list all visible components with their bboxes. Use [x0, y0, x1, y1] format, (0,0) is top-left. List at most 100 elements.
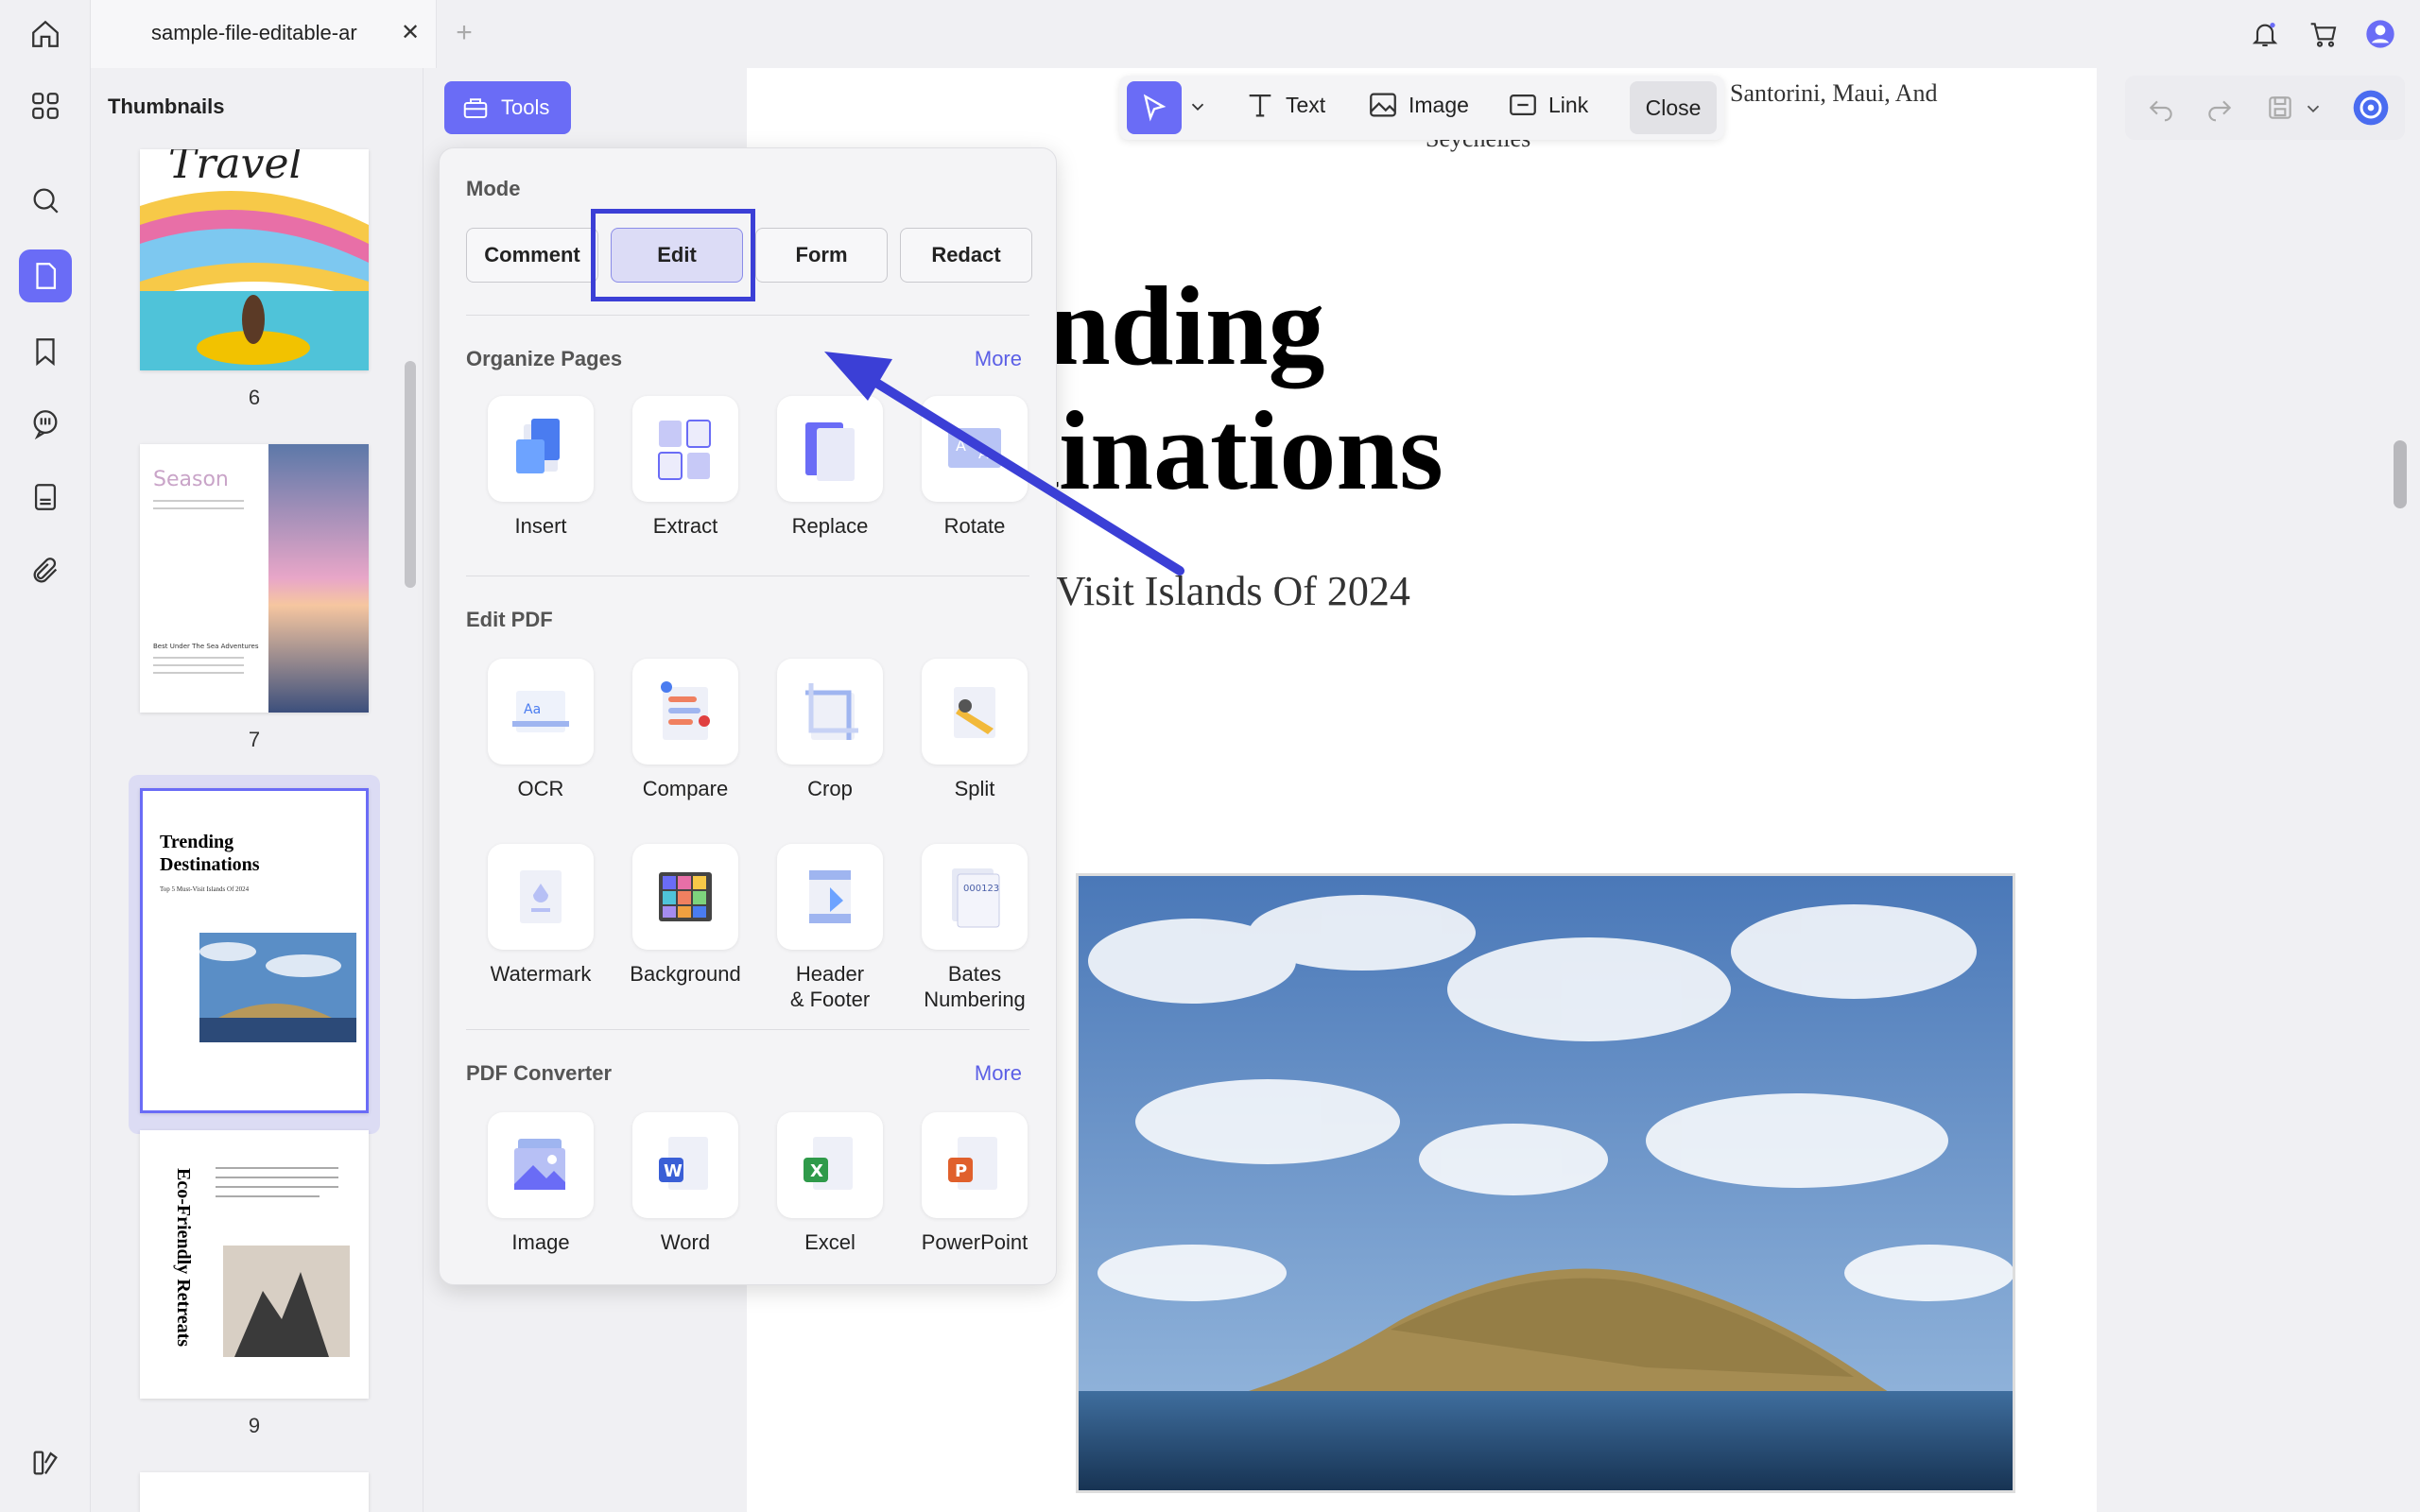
link-tool-button[interactable]: Link: [1507, 89, 1588, 121]
document-scrollbar[interactable]: [2394, 440, 2407, 508]
thumbnails-icon[interactable]: [19, 249, 72, 302]
thumb-7-heading: Season: [153, 468, 229, 491]
convert-excel-label: Excel: [804, 1230, 856, 1254]
add-tab-icon[interactable]: +: [448, 17, 480, 49]
excel-icon: X: [804, 1137, 853, 1190]
mode-comment-button[interactable]: Comment: [466, 228, 598, 283]
split-tool-label: Split: [954, 777, 995, 800]
extract-tool[interactable]: Extract: [614, 396, 756, 539]
chevron-down-icon[interactable]: [1187, 96, 1208, 117]
watermark-icon: [520, 870, 562, 923]
background-tool[interactable]: Background: [614, 844, 756, 987]
search-icon[interactable]: [19, 174, 72, 227]
apps-grid-icon[interactable]: [19, 79, 72, 132]
split-icon: [954, 687, 995, 738]
header-footer-tool[interactable]: Header & Footer: [759, 844, 901, 1012]
bates-numbering-tool-label: Bates Numbering: [924, 962, 1026, 1011]
svg-text:A: A: [956, 437, 966, 455]
compare-icon: [661, 681, 710, 740]
attachment-icon[interactable]: [19, 544, 72, 597]
rotate-icon: AA: [948, 428, 1001, 468]
svg-text:000123: 000123: [963, 884, 999, 894]
svg-text:A: A: [978, 444, 989, 462]
home-icon[interactable]: [19, 8, 72, 60]
split-tool[interactable]: Split: [904, 659, 1046, 801]
history-toolbar: [2125, 76, 2405, 140]
background-icon: [659, 872, 712, 921]
replace-tool[interactable]: Replace: [759, 396, 901, 539]
thumbnail-page-8[interactable]: Trending Destinations Top 5 Must-Visit I…: [140, 788, 369, 1113]
doc-heading-line1: nding: [1047, 263, 1325, 388]
word-icon: W: [659, 1137, 708, 1190]
stamp-icon[interactable]: [19, 471, 72, 524]
tools-panel: Mode Comment Edit Form Redact Organize P…: [439, 147, 1057, 1285]
select-cursor-icon[interactable]: [1127, 81, 1182, 134]
document-tab[interactable]: sample-file-editable-ar ✕: [91, 0, 437, 68]
thumbnail-page-number: 6: [248, 386, 261, 409]
bookmark-icon[interactable]: [19, 325, 72, 378]
insert-icon: [516, 419, 560, 473]
user-avatar-icon[interactable]: [2361, 15, 2399, 53]
insert-tool[interactable]: Insert: [470, 396, 612, 539]
converter-more-link[interactable]: More: [975, 1061, 1022, 1086]
ocr-tool[interactable]: Aa OCR: [470, 659, 612, 801]
cart-icon[interactable]: [2305, 15, 2342, 53]
rotate-tool-label: Rotate: [943, 514, 1006, 538]
image-convert-icon: [514, 1139, 565, 1190]
thumb-7-caption: Best Under The Sea Adventures: [153, 643, 259, 650]
organize-more-link[interactable]: More: [975, 347, 1022, 371]
settings-panel-icon[interactable]: [19, 1436, 72, 1489]
svg-text:Aa: Aa: [524, 702, 541, 717]
ai-assistant-icon[interactable]: [2352, 89, 2390, 127]
notification-bell-icon[interactable]: [2246, 15, 2284, 53]
converter-section-title: PDF Converter: [466, 1061, 613, 1085]
link-icon: [1510, 94, 1536, 116]
close-edit-button[interactable]: Close: [1630, 81, 1717, 134]
convert-word-label: Word: [660, 1230, 711, 1254]
comment-icon[interactable]: [19, 397, 72, 450]
toolbox-icon: [463, 98, 488, 118]
header-footer-tool-label: Header & Footer: [789, 962, 871, 1011]
mode-redact-button[interactable]: Redact: [900, 228, 1032, 283]
divider: [466, 315, 1029, 316]
bates-numbering-tool[interactable]: 000123 Bates Numbering: [904, 844, 1046, 1012]
thumbnail-page-7[interactable]: Season Best Under The Sea Adventures: [140, 444, 369, 713]
thumb-9-heading: Eco-Friendly Retreats: [173, 1168, 194, 1347]
close-tab-icon[interactable]: ✕: [397, 19, 424, 45]
svg-text:W: W: [664, 1161, 683, 1181]
image-tool-label: Image: [1409, 92, 1469, 117]
convert-powerpoint-tool[interactable]: P PowerPoint: [904, 1112, 1046, 1255]
thumbnail-page-6[interactable]: Travel: [140, 149, 369, 370]
image-tool-button[interactable]: Image: [1367, 89, 1469, 121]
thumbnail-page-10[interactable]: [140, 1472, 369, 1512]
undo-icon[interactable]: [2146, 93, 2176, 123]
organize-section-title: Organize Pages: [466, 347, 623, 370]
image-icon: [1370, 93, 1396, 117]
tab-title: sample-file-editable-ar: [151, 21, 357, 44]
mode-form-button[interactable]: Form: [755, 228, 888, 283]
island-photo[interactable]: [1076, 873, 2015, 1493]
watermark-tool[interactable]: Watermark: [470, 844, 612, 987]
convert-word-tool[interactable]: W Word: [614, 1112, 756, 1255]
redo-icon[interactable]: [2204, 93, 2235, 123]
convert-powerpoint-label: PowerPoint: [921, 1230, 1028, 1254]
crop-tool[interactable]: Crop: [759, 659, 901, 801]
compare-tool[interactable]: Compare: [614, 659, 756, 801]
thumbnail-page-9[interactable]: Eco-Friendly Retreats: [140, 1130, 369, 1399]
divider: [466, 1029, 1029, 1030]
text-tool-button[interactable]: Text: [1244, 89, 1325, 121]
tools-button[interactable]: Tools: [444, 81, 571, 134]
save-icon[interactable]: [2265, 93, 2295, 123]
edit-pdf-section-title: Edit PDF: [466, 608, 553, 631]
doc-top-line: Santorini, Maui, And: [1730, 79, 1938, 107]
convert-image-tool[interactable]: Image: [470, 1112, 612, 1255]
thumbnails-scrollbar[interactable]: [405, 361, 416, 588]
mode-section-title: Mode: [466, 177, 521, 200]
bates-numbering-icon: 000123: [952, 868, 1000, 928]
edit-highlight-box: [591, 209, 755, 301]
rotate-tool[interactable]: AA Rotate: [904, 396, 1046, 539]
save-options-chevron-icon[interactable]: [2303, 98, 2324, 119]
thumb-8-caption: Top 5 Must-Visit Islands Of 2024: [160, 885, 250, 893]
text-tool-label: Text: [1286, 92, 1326, 117]
convert-excel-tool[interactable]: X Excel: [759, 1112, 901, 1255]
